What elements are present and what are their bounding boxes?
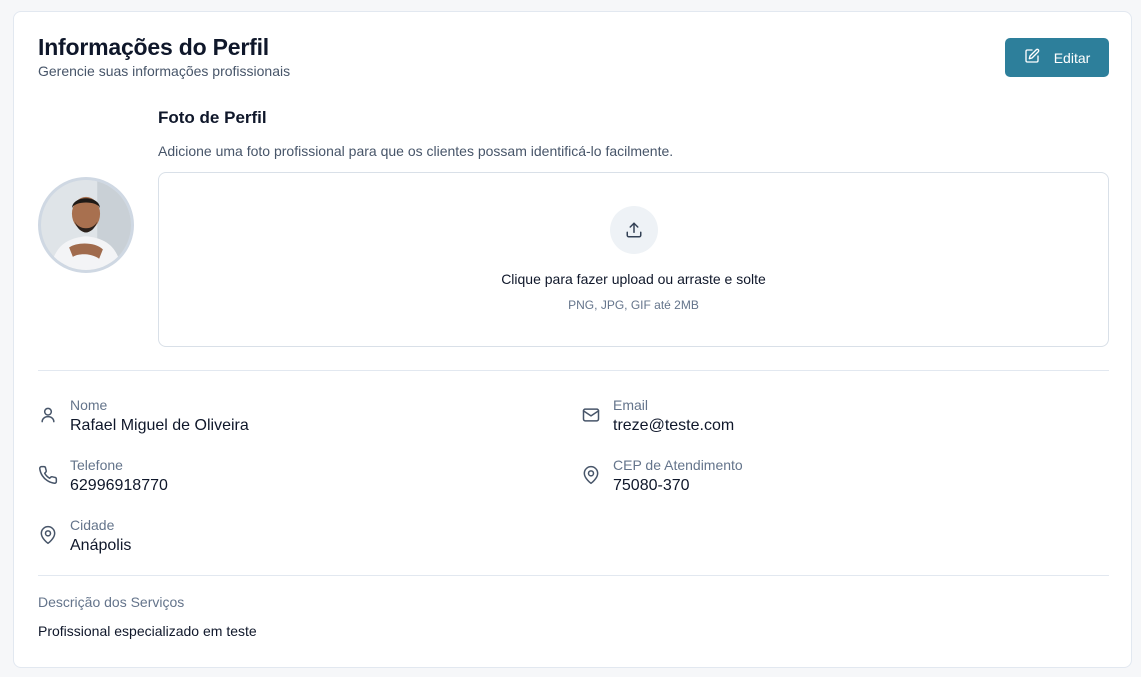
field-city-value: Anápolis [70, 537, 132, 554]
field-cep-label: CEP de Atendimento [613, 457, 743, 473]
field-name-label: Nome [70, 397, 108, 413]
map-pin-icon [38, 525, 58, 545]
page-subtitle: Gerencie suas informações profissionais [38, 63, 291, 79]
upload-title: Clique para fazer upload ou arraste e so… [501, 271, 766, 287]
page-title: Informações do Perfil [38, 34, 269, 60]
edit-button[interactable]: Editar [1005, 38, 1109, 77]
field-name-value: Rafael Miguel de Oliveira [70, 417, 249, 434]
field-cep-value: 75080-370 [613, 477, 690, 494]
field-email-value: treze@teste.com [613, 417, 735, 434]
field-phone-label: Telefone [70, 457, 123, 473]
services-value: Profissional especializado em teste [38, 623, 257, 639]
user-icon [38, 405, 58, 425]
services-label: Descrição dos Serviços [38, 594, 185, 610]
avatar [38, 177, 134, 273]
phone-icon [38, 465, 58, 485]
divider [38, 370, 1109, 371]
photo-upload-dropzone[interactable]: Clique para fazer upload ou arraste e so… [158, 172, 1109, 347]
mail-icon [581, 405, 601, 425]
upload-hint: PNG, JPG, GIF até 2MB [568, 298, 699, 312]
edit-button-label: Editar [1053, 49, 1091, 66]
field-phone-value: 62996918770 [70, 477, 168, 494]
divider [38, 575, 1109, 576]
photo-section-title: Foto de Perfil [158, 108, 267, 127]
field-city-label: Cidade [70, 517, 115, 533]
upload-icon [610, 206, 658, 254]
profile-card: Informações do Perfil Gerencie suas info… [13, 11, 1132, 668]
map-pin-icon [581, 465, 601, 485]
avatar-photo [41, 180, 131, 270]
field-email-label: Email [613, 397, 649, 413]
photo-section-description: Adicione uma foto profissional para que … [158, 143, 674, 159]
edit-icon [1024, 48, 1040, 67]
